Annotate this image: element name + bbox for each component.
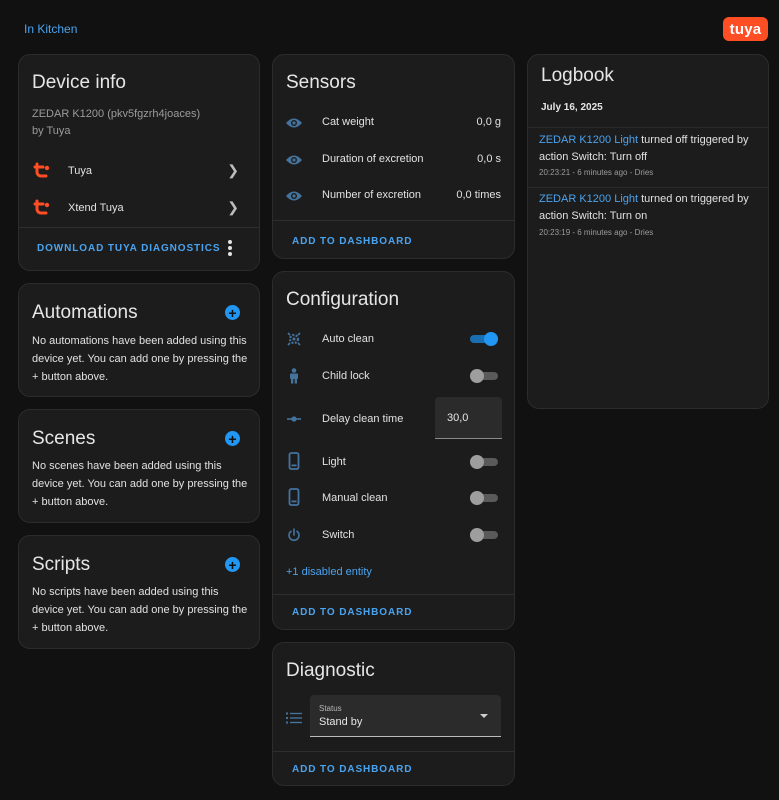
- status-select-label: Status: [319, 704, 342, 713]
- config-name: Delay clean time: [322, 413, 404, 425]
- add-script-button[interactable]: +: [225, 557, 240, 572]
- more-options-icon[interactable]: [227, 240, 233, 256]
- cog-sparkle-icon: [285, 330, 303, 348]
- eye-icon: [285, 187, 303, 205]
- config-name: Light: [322, 456, 346, 468]
- sensor-name: Cat weight: [322, 116, 374, 128]
- delay-clean-time-value: 30,0: [447, 412, 469, 424]
- config-row-manual-clean: Manual clean: [273, 488, 514, 508]
- config-name: Switch: [322, 529, 355, 541]
- scenes-card: Scenes + No scenes have been added using…: [18, 409, 260, 523]
- list-icon: [285, 709, 303, 727]
- divider: [19, 227, 259, 228]
- device-info-card: Device info ZEDAR K1200 (pkv5fgzrh4joace…: [18, 54, 260, 271]
- light-toggle[interactable]: [470, 455, 498, 469]
- delay-clean-time-input[interactable]: 30,0: [435, 397, 502, 439]
- device-model: ZEDAR K1200 (pkv5fgzrh4joaces): [32, 108, 201, 120]
- divider: [273, 220, 514, 221]
- scenes-title: Scenes: [32, 428, 96, 449]
- integration-label-xtend-tuya: Xtend Tuya: [68, 202, 124, 214]
- phone-icon: [285, 488, 303, 506]
- diagnostic-title: Diagnostic: [286, 660, 375, 681]
- switch-toggle[interactable]: [470, 528, 498, 542]
- sensors-add-to-dashboard-button[interactable]: ADD TO DASHBOARD: [292, 236, 412, 247]
- chevron-right-icon: ❯: [227, 199, 239, 215]
- disabled-entity-link[interactable]: +1 disabled entity: [286, 566, 372, 578]
- scripts-empty-text: No scripts have been added using this de…: [32, 586, 248, 634]
- logbook-title: Logbook: [541, 65, 614, 86]
- divider: [273, 751, 514, 752]
- config-row-switch: Switch: [273, 525, 514, 545]
- sensor-name: Duration of excretion: [322, 153, 424, 165]
- automations-card: Automations + No automations have been a…: [18, 283, 260, 397]
- download-diagnostics-button[interactable]: DOWNLOAD TUYA DIAGNOSTICS: [37, 243, 220, 254]
- logbook-meta: 20:23:19 - 6 minutes ago - Dries: [539, 228, 654, 237]
- configuration-card: Configuration Auto clean Child lock Dela…: [272, 271, 515, 630]
- sensor-value: 0,0 times: [456, 189, 501, 201]
- config-name: Manual clean: [322, 492, 388, 504]
- sensor-name: Number of excretion: [322, 189, 422, 201]
- config-row-light: Light: [273, 452, 514, 472]
- status-select-value: Stand by: [319, 716, 363, 728]
- eye-icon: [285, 151, 303, 169]
- automations-empty-text: No automations have been added using thi…: [32, 335, 248, 383]
- config-name: Auto clean: [322, 333, 374, 345]
- config-row-delay-clean-time: Delay clean time 30,0: [273, 397, 514, 441]
- integration-label-tuya: Tuya: [68, 165, 93, 177]
- sensor-value: 0,0 s: [477, 153, 501, 165]
- manual-clean-toggle[interactable]: [470, 491, 498, 505]
- add-scene-button[interactable]: +: [225, 431, 240, 446]
- tuya-icon: [33, 161, 51, 179]
- divider: [273, 594, 514, 595]
- automations-title: Automations: [32, 302, 138, 323]
- power-icon: [285, 526, 303, 544]
- eye-icon: [285, 114, 303, 132]
- diagnostic-add-to-dashboard-button[interactable]: ADD TO DASHBOARD: [292, 764, 412, 775]
- configuration-title: Configuration: [286, 289, 400, 310]
- child-icon: [285, 367, 303, 385]
- sensor-row-number-of-excretion[interactable]: Number of excretion 0,0 times: [273, 186, 514, 206]
- auto-clean-toggle[interactable]: [470, 332, 498, 346]
- diagnostic-card: Diagnostic Status Stand by ADD TO DASHBO…: [272, 642, 515, 786]
- integration-item-xtend-tuya[interactable]: Xtend Tuya ❯: [19, 195, 259, 221]
- sensors-title: Sensors: [286, 72, 356, 93]
- config-row-auto-clean: Auto clean: [273, 329, 514, 349]
- logbook-entry: ZEDAR K1200 Light turned on triggered by…: [528, 187, 768, 243]
- scripts-title: Scripts: [32, 554, 91, 575]
- chevron-right-icon: ❯: [227, 162, 239, 178]
- config-name: Child lock: [322, 370, 370, 382]
- logbook-date: July 16, 2025: [541, 102, 603, 113]
- sensor-row-cat-weight[interactable]: Cat weight 0,0 g: [273, 113, 514, 133]
- tuya-logo: tuya: [723, 17, 768, 41]
- caret-down-icon: [480, 714, 488, 718]
- slider-icon: [285, 410, 303, 428]
- sensor-value: 0,0 g: [476, 116, 501, 128]
- device-info-title: Device info: [32, 72, 126, 93]
- scripts-card: Scripts + No scripts have been added usi…: [18, 535, 260, 649]
- configuration-add-to-dashboard-button[interactable]: ADD TO DASHBOARD: [292, 607, 412, 618]
- device-manufacturer: by Tuya: [32, 125, 71, 137]
- status-select[interactable]: Status Stand by: [310, 695, 501, 737]
- logbook-entity-link[interactable]: ZEDAR K1200 Light: [539, 193, 638, 205]
- sensor-row-duration-of-excretion[interactable]: Duration of excretion 0,0 s: [273, 150, 514, 170]
- logbook-entry: ZEDAR K1200 Light turned off triggered b…: [528, 127, 768, 183]
- child-lock-toggle[interactable]: [470, 369, 498, 383]
- sensors-card: Sensors Cat weight 0,0 g Duration of exc…: [272, 54, 515, 259]
- config-row-child-lock: Child lock: [273, 366, 514, 386]
- phone-icon: [285, 452, 303, 470]
- logbook-entity-link[interactable]: ZEDAR K1200 Light: [539, 134, 638, 146]
- tuya-icon: [33, 198, 51, 216]
- add-automation-button[interactable]: +: [225, 305, 240, 320]
- breadcrumb-area-link[interactable]: In Kitchen: [24, 22, 77, 36]
- integration-item-tuya[interactable]: Tuya ❯: [19, 158, 259, 184]
- scenes-empty-text: No scenes have been added using this dev…: [32, 460, 248, 508]
- logbook-meta: 20:23:21 - 6 minutes ago - Dries: [539, 168, 654, 177]
- logbook-card: Logbook July 16, 2025 ZEDAR K1200 Light …: [527, 54, 769, 409]
